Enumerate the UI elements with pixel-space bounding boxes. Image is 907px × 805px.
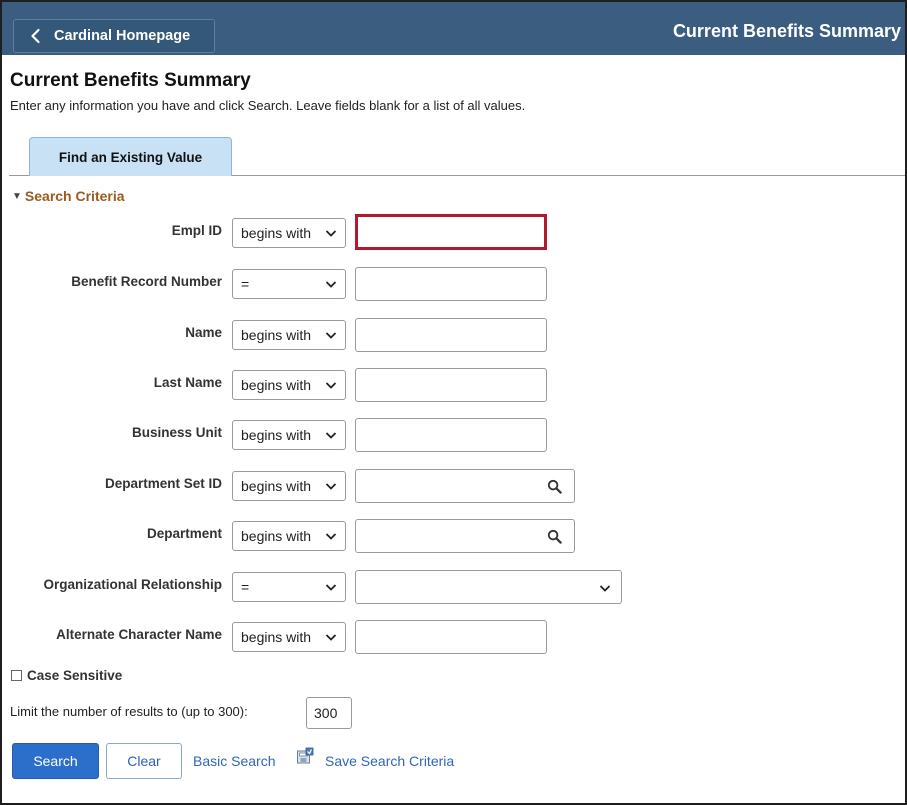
home-button-label: Cardinal Homepage <box>54 28 191 44</box>
operator-select[interactable]: begins with <box>232 218 346 248</box>
chevron-down-icon <box>325 533 337 540</box>
limit-value: 300 <box>314 705 338 721</box>
operator-select[interactable]: = <box>232 572 346 602</box>
operator-value: begins with <box>241 478 312 494</box>
department-set-id-input[interactable] <box>355 469 575 503</box>
search-row-alternate-character-name: Alternate Character Name begins with <box>0 620 907 654</box>
operator-value: begins with <box>241 327 312 343</box>
search-row-empl-id: Empl ID begins with <box>0 214 907 250</box>
search-icon[interactable] <box>547 529 562 544</box>
chevron-down-icon <box>325 281 337 288</box>
search-row-business-unit: Business Unit begins with <box>0 418 907 452</box>
search-row-department-set-id: Department Set ID begins with <box>0 469 907 503</box>
window-frame <box>0 0 907 805</box>
field-label: Organizational Relationship <box>43 577 222 592</box>
operator-select[interactable]: begins with <box>232 471 346 501</box>
operator-select[interactable]: begins with <box>232 521 346 551</box>
page-title: Current Benefits Summary <box>10 70 251 91</box>
business-unit-input[interactable] <box>355 418 547 452</box>
operator-value: begins with <box>241 377 312 393</box>
case-sensitive-checkbox[interactable]: Case Sensitive <box>11 668 122 683</box>
page-instructions: Enter any information you have and click… <box>10 98 526 113</box>
last-name-input[interactable] <box>355 368 547 402</box>
header-banner: Cardinal Homepage Current Benefits Summa… <box>2 2 905 55</box>
operator-value: = <box>241 579 250 595</box>
empl-id-input[interactable] <box>355 214 547 250</box>
operator-value: begins with <box>241 225 312 241</box>
chevron-down-icon <box>325 230 337 237</box>
field-label: Department <box>146 526 222 541</box>
organizational-relationship-select[interactable] <box>355 570 622 604</box>
benefit-record-number-input[interactable] <box>355 267 547 301</box>
department-input[interactable] <box>355 519 575 553</box>
limit-label: Limit the number of results to (up to 30… <box>10 704 248 719</box>
limit-results-input[interactable]: 300 <box>306 697 352 729</box>
operator-select[interactable]: = <box>232 269 346 299</box>
save-search-icon[interactable] <box>296 747 314 765</box>
operator-select[interactable]: begins with <box>232 370 346 400</box>
collapse-triangle-icon: ▼ <box>12 190 22 202</box>
operator-select[interactable]: begins with <box>232 622 346 652</box>
operator-value: begins with <box>241 629 312 645</box>
search-icon[interactable] <box>547 479 562 494</box>
chevron-down-icon <box>325 634 337 641</box>
search-row-benefit-record-number: Benefit Record Number = <box>0 267 907 301</box>
operator-value: = <box>241 276 250 292</box>
name-input[interactable] <box>355 318 547 352</box>
chevron-down-icon <box>325 382 337 389</box>
field-label: Empl ID <box>171 223 222 238</box>
alternate-character-name-input[interactable] <box>355 620 547 654</box>
operator-value: begins with <box>241 427 312 443</box>
field-label: Department Set ID <box>104 476 222 491</box>
chevron-down-icon <box>599 585 611 592</box>
chevron-down-icon <box>325 483 337 490</box>
basic-search-link[interactable]: Basic Search <box>193 753 275 769</box>
chevron-left-icon <box>31 28 40 44</box>
search-row-name: Name begins with <box>0 318 907 352</box>
save-search-criteria-link[interactable]: Save Search Criteria <box>325 753 454 769</box>
chevron-down-icon <box>325 332 337 339</box>
field-label: Benefit Record Number <box>71 274 222 289</box>
operator-value: begins with <box>241 528 312 544</box>
field-label: Last Name <box>153 375 222 390</box>
operator-select[interactable]: begins with <box>232 320 346 350</box>
tab-find-existing-value[interactable]: Find an Existing Value <box>29 137 232 176</box>
search-row-organizational-relationship: Organizational Relationship = <box>0 570 907 604</box>
chevron-down-icon <box>325 432 337 439</box>
chevron-down-icon <box>325 584 337 591</box>
operator-select[interactable]: begins with <box>232 420 346 450</box>
search-row-department: Department begins with <box>0 519 907 553</box>
clear-button[interactable]: Clear <box>106 743 182 779</box>
field-label: Name <box>185 325 222 340</box>
section-title: Search Criteria <box>24 188 125 204</box>
search-button[interactable]: Search <box>12 743 99 779</box>
banner-title: Current Benefits Summary <box>672 21 901 41</box>
cardinal-homepage-button[interactable]: Cardinal Homepage <box>13 19 215 53</box>
search-row-last-name: Last Name begins with <box>0 368 907 402</box>
field-label: Business Unit <box>131 425 222 440</box>
field-label: Alternate Character Name <box>56 627 222 642</box>
search-criteria-toggle[interactable]: ▼ Search Criteria <box>12 188 125 204</box>
checkbox-icon[interactable] <box>11 670 22 681</box>
case-sensitive-label: Case Sensitive <box>27 668 123 683</box>
